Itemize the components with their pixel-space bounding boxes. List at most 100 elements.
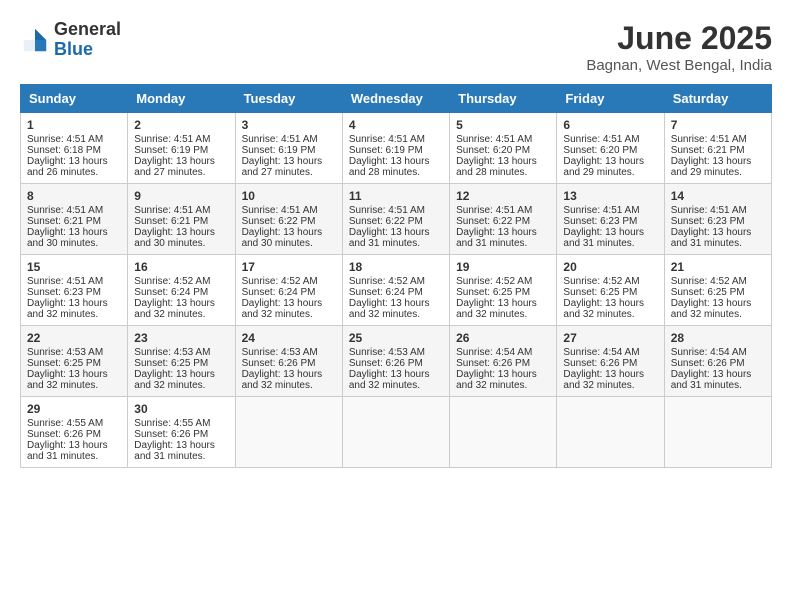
daylight-text: Daylight: 13 hours and 32 minutes.: [563, 298, 657, 320]
sunrise-text: Sunrise: 4:54 AM: [456, 347, 550, 358]
daylight-text: Daylight: 13 hours and 32 minutes.: [134, 369, 228, 391]
sunset-text: Sunset: 6:24 PM: [134, 287, 228, 298]
daylight-text: Daylight: 13 hours and 31 minutes.: [349, 227, 443, 249]
sunrise-text: Sunrise: 4:51 AM: [242, 205, 336, 216]
calendar-cell: 18Sunrise: 4:52 AMSunset: 6:24 PMDayligh…: [342, 255, 449, 326]
sunset-text: Sunset: 6:22 PM: [242, 216, 336, 227]
calendar-cell: 3Sunrise: 4:51 AMSunset: 6:19 PMDaylight…: [235, 113, 342, 184]
sunset-text: Sunset: 6:25 PM: [563, 287, 657, 298]
sunrise-text: Sunrise: 4:51 AM: [134, 134, 228, 145]
logo: General Blue: [20, 20, 121, 60]
daylight-text: Daylight: 13 hours and 29 minutes.: [563, 156, 657, 178]
daylight-text: Daylight: 13 hours and 31 minutes.: [27, 440, 121, 462]
sunrise-text: Sunrise: 4:52 AM: [671, 276, 765, 287]
calendar-cell: 11Sunrise: 4:51 AMSunset: 6:22 PMDayligh…: [342, 184, 449, 255]
day-number: 10: [242, 189, 336, 203]
calendar-cell: 29Sunrise: 4:55 AMSunset: 6:26 PMDayligh…: [21, 397, 128, 468]
sunrise-text: Sunrise: 4:51 AM: [27, 205, 121, 216]
day-number: 8: [27, 189, 121, 203]
calendar-cell: 27Sunrise: 4:54 AMSunset: 6:26 PMDayligh…: [557, 326, 664, 397]
logo-blue: Blue: [54, 40, 121, 60]
sunrise-text: Sunrise: 4:51 AM: [563, 134, 657, 145]
daylight-text: Daylight: 13 hours and 31 minutes.: [134, 440, 228, 462]
daylight-text: Daylight: 13 hours and 28 minutes.: [349, 156, 443, 178]
daylight-text: Daylight: 13 hours and 31 minutes.: [563, 227, 657, 249]
daylight-text: Daylight: 13 hours and 32 minutes.: [27, 298, 121, 320]
daylight-text: Daylight: 13 hours and 32 minutes.: [242, 298, 336, 320]
column-header-thursday: Thursday: [450, 85, 557, 113]
sunrise-text: Sunrise: 4:52 AM: [563, 276, 657, 287]
daylight-text: Daylight: 13 hours and 26 minutes.: [27, 156, 121, 178]
sunrise-text: Sunrise: 4:51 AM: [671, 134, 765, 145]
sunset-text: Sunset: 6:21 PM: [27, 216, 121, 227]
calendar-cell: 15Sunrise: 4:51 AMSunset: 6:23 PMDayligh…: [21, 255, 128, 326]
location: Bagnan, West Bengal, India: [586, 57, 772, 74]
calendar-cell: 7Sunrise: 4:51 AMSunset: 6:21 PMDaylight…: [664, 113, 771, 184]
day-number: 18: [349, 260, 443, 274]
sunset-text: Sunset: 6:26 PM: [671, 358, 765, 369]
day-number: 14: [671, 189, 765, 203]
day-number: 16: [134, 260, 228, 274]
sunrise-text: Sunrise: 4:53 AM: [134, 347, 228, 358]
calendar-week-3: 15Sunrise: 4:51 AMSunset: 6:23 PMDayligh…: [21, 255, 772, 326]
day-number: 1: [27, 118, 121, 132]
sunset-text: Sunset: 6:23 PM: [563, 216, 657, 227]
calendar-cell: 10 Sunrise: 4:51 AMSunset: 6:22 PMDayligh…: [235, 184, 342, 255]
sunrise-text: Sunrise: 4:53 AM: [242, 347, 336, 358]
calendar-cell: 25Sunrise: 4:53 AMSunset: 6:26 PMDayligh…: [342, 326, 449, 397]
day-number: 11: [349, 189, 443, 203]
day-number: 28: [671, 331, 765, 345]
sunset-text: Sunset: 6:20 PM: [456, 145, 550, 156]
calendar-cell: 24Sunrise: 4:53 AMSunset: 6:26 PMDayligh…: [235, 326, 342, 397]
day-number: 30: [134, 402, 228, 416]
sunrise-text: Sunrise: 4:51 AM: [134, 205, 228, 216]
sunset-text: Sunset: 6:19 PM: [134, 145, 228, 156]
sunrise-text: Sunrise: 4:53 AM: [349, 347, 443, 358]
daylight-text: Daylight: 13 hours and 30 minutes.: [27, 227, 121, 249]
sunrise-text: Sunrise: 4:51 AM: [563, 205, 657, 216]
calendar-cell: 4Sunrise: 4:51 AMSunset: 6:19 PMDaylight…: [342, 113, 449, 184]
daylight-text: Daylight: 13 hours and 32 minutes.: [134, 298, 228, 320]
sunrise-text: Sunrise: 4:51 AM: [349, 134, 443, 145]
calendar-week-4: 22Sunrise: 4:53 AMSunset: 6:25 PMDayligh…: [21, 326, 772, 397]
calendar-cell: 20 Sunrise: 4:52 AMSunset: 6:25 PMDayligh…: [557, 255, 664, 326]
daylight-text: Daylight: 13 hours and 28 minutes.: [456, 156, 550, 178]
day-number: 9: [134, 189, 228, 203]
daylight-text: Daylight: 13 hours and 30 minutes.: [242, 227, 336, 249]
sunset-text: Sunset: 6:19 PM: [242, 145, 336, 156]
sunset-text: Sunset: 6:22 PM: [456, 216, 550, 227]
daylight-text: Daylight: 13 hours and 32 minutes.: [456, 298, 550, 320]
sunrise-text: Sunrise: 4:51 AM: [349, 205, 443, 216]
column-header-sunday: Sunday: [21, 85, 128, 113]
month-title: June 2025: [586, 20, 772, 57]
column-header-saturday: Saturday: [664, 85, 771, 113]
day-number: 6: [563, 118, 657, 132]
calendar-cell: 19Sunrise: 4:52 AMSunset: 6:25 PMDayligh…: [450, 255, 557, 326]
calendar-cell: [664, 397, 771, 468]
day-number: 26: [456, 331, 550, 345]
day-number: 2: [134, 118, 228, 132]
calendar-cell: 6Sunrise: 4:51 AMSunset: 6:20 PMDaylight…: [557, 113, 664, 184]
day-number: 25: [349, 331, 443, 345]
calendar-cell: 21Sunrise: 4:52 AMSunset: 6:25 PMDayligh…: [664, 255, 771, 326]
sunset-text: Sunset: 6:26 PM: [563, 358, 657, 369]
day-number: 20: [563, 260, 657, 274]
sunrise-text: Sunrise: 4:55 AM: [134, 418, 228, 429]
sunset-text: Sunset: 6:23 PM: [27, 287, 121, 298]
column-header-monday: Monday: [128, 85, 235, 113]
calendar-header-row: SundayMondayTuesdayWednesdayThursdayFrid…: [21, 85, 772, 113]
day-number: 12: [456, 189, 550, 203]
daylight-text: Daylight: 13 hours and 32 minutes.: [671, 298, 765, 320]
sunrise-text: Sunrise: 4:51 AM: [27, 134, 121, 145]
sunrise-text: Sunrise: 4:51 AM: [456, 134, 550, 145]
day-number: 27: [563, 331, 657, 345]
daylight-text: Daylight: 13 hours and 32 minutes.: [456, 369, 550, 391]
sunset-text: Sunset: 6:25 PM: [27, 358, 121, 369]
daylight-text: Daylight: 13 hours and 32 minutes.: [27, 369, 121, 391]
calendar-cell: 13Sunrise: 4:51 AMSunset: 6:23 PMDayligh…: [557, 184, 664, 255]
day-number: 19: [456, 260, 550, 274]
calendar-cell: 9Sunrise: 4:51 AMSunset: 6:21 PMDaylight…: [128, 184, 235, 255]
sunrise-text: Sunrise: 4:51 AM: [27, 276, 121, 287]
sunset-text: Sunset: 6:23 PM: [671, 216, 765, 227]
calendar-cell: 22Sunrise: 4:53 AMSunset: 6:25 PMDayligh…: [21, 326, 128, 397]
